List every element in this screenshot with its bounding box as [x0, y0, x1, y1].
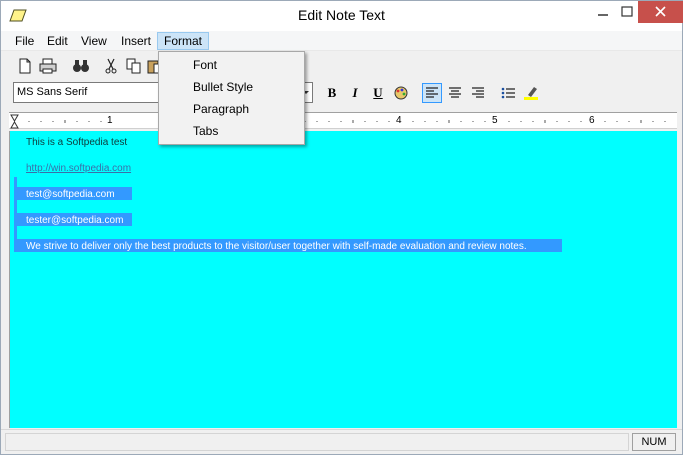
- selection-highlight: [14, 177, 17, 187]
- bullets-button[interactable]: [498, 83, 518, 103]
- highlight-icon[interactable]: [521, 83, 541, 103]
- title-bar: Edit Note Text: [1, 1, 683, 31]
- close-button[interactable]: [638, 1, 683, 23]
- status-bar: NUM: [1, 429, 682, 454]
- ruler-tick-6: 6: [589, 115, 595, 126]
- menu-view[interactable]: View: [75, 32, 113, 50]
- underline-button[interactable]: U: [368, 83, 388, 103]
- menu-insert[interactable]: Insert: [115, 32, 157, 50]
- ruler-tick-5: 5: [492, 115, 498, 126]
- print-icon[interactable]: [38, 56, 58, 76]
- align-left-button[interactable]: [422, 83, 442, 103]
- menu-format[interactable]: Format: [157, 32, 210, 50]
- menu-item-bullet-style[interactable]: Bullet Style: [160, 76, 303, 98]
- ruler[interactable]: 1 2 3 4 5 6: [9, 112, 677, 129]
- status-message-pane: [5, 433, 629, 451]
- color-palette-icon[interactable]: [391, 83, 411, 103]
- new-document-icon[interactable]: [15, 56, 35, 76]
- editor-link[interactable]: http://win.softpedia.com: [26, 163, 131, 174]
- menu-edit[interactable]: Edit: [41, 32, 74, 50]
- menu-item-paragraph[interactable]: Paragraph: [160, 98, 303, 120]
- menu-file[interactable]: File: [9, 32, 40, 50]
- align-center-button[interactable]: [445, 83, 465, 103]
- editor-line: test@softpedia.com: [26, 189, 115, 200]
- format-menu-dropdown: Font Bullet Style Paragraph Tabs: [158, 51, 305, 145]
- edit-note-window: Edit Note Text File Edit View Insert For…: [0, 0, 683, 455]
- editor-line: This is a Softpedia test: [26, 137, 128, 148]
- minimize-button[interactable]: [589, 1, 617, 23]
- selection-highlight: [14, 226, 17, 239]
- note-text-editor[interactable]: This is a Softpedia test http://win.soft…: [9, 131, 677, 428]
- menu-item-tabs[interactable]: Tabs: [160, 120, 303, 142]
- bold-button[interactable]: B: [322, 83, 342, 103]
- num-lock-indicator: NUM: [632, 433, 676, 451]
- editor-line: tester@softpedia.com: [26, 215, 124, 226]
- editor-line: We strive to deliver only the best produ…: [26, 241, 527, 252]
- menu-item-font[interactable]: Font: [160, 54, 303, 76]
- align-right-button[interactable]: [468, 83, 488, 103]
- ruler-tick-1: 1: [107, 115, 113, 126]
- italic-button[interactable]: I: [345, 83, 365, 103]
- cut-icon[interactable]: [101, 56, 121, 76]
- find-binoculars-icon[interactable]: [71, 56, 91, 76]
- selection-highlight: [14, 200, 17, 213]
- format-toolbar: MS Sans Serif B I U: [1, 80, 682, 106]
- copy-icon[interactable]: [124, 56, 144, 76]
- menu-bar: File Edit View Insert Format: [1, 31, 682, 51]
- ruler-tick-4: 4: [396, 115, 402, 126]
- window-title: Edit Note Text: [298, 7, 385, 23]
- standard-toolbar: [1, 53, 682, 79]
